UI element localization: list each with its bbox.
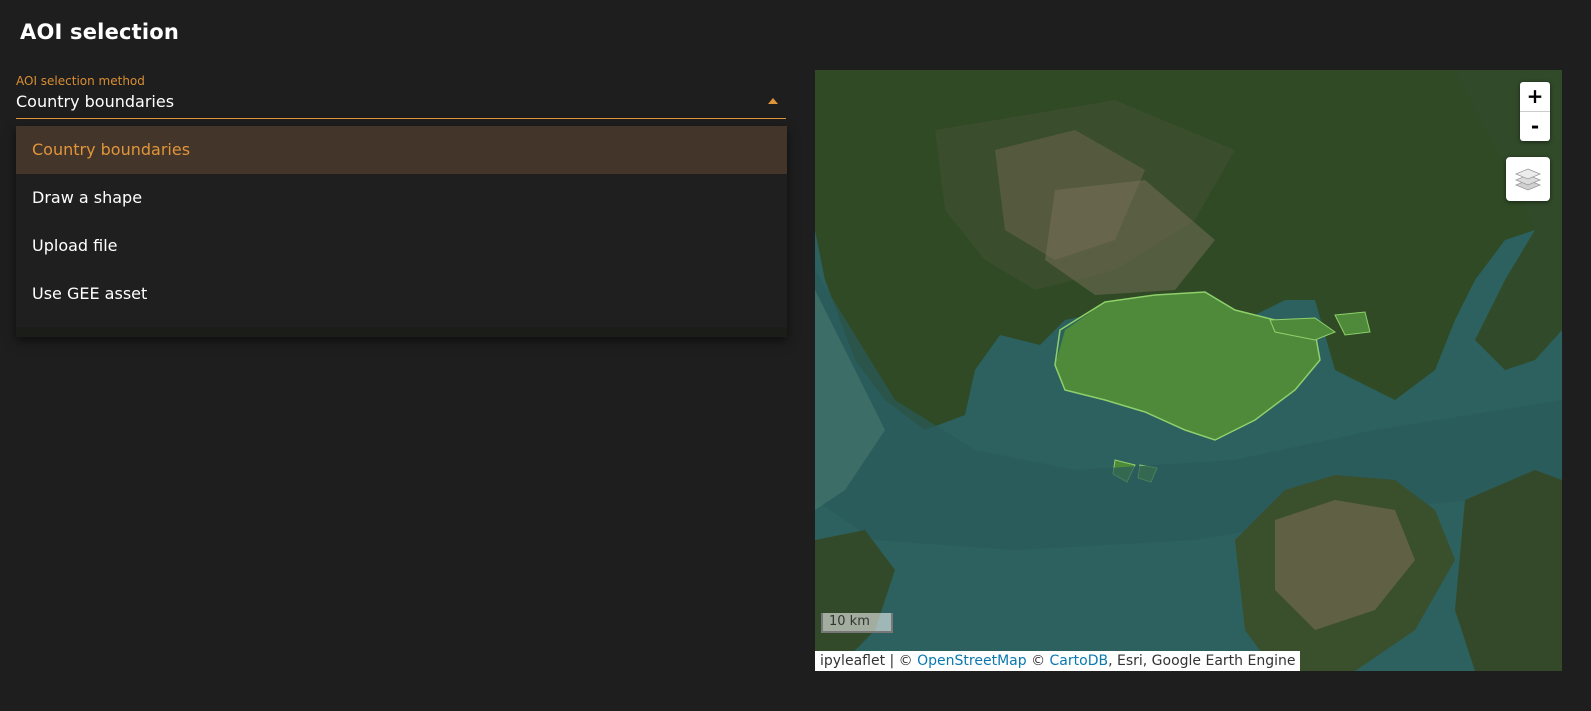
- map-attribution: ipyleaflet | © OpenStreetMap © CartoDB, …: [815, 651, 1301, 671]
- attribution-suffix: , Esri, Google Earth Engine: [1108, 653, 1296, 669]
- menu-footer: [16, 327, 787, 337]
- aoi-method-value: Country boundaries: [16, 92, 175, 111]
- layers-button[interactable]: [1506, 157, 1550, 201]
- layers-icon: [1514, 168, 1542, 191]
- attribution-prefix: ipyleaflet | ©: [820, 653, 918, 669]
- menu-item-use-gee-asset[interactable]: Use GEE asset: [16, 270, 787, 318]
- menu-item-draw-a-shape[interactable]: Draw a shape: [16, 174, 787, 222]
- zoom-in-button[interactable]: +: [1520, 82, 1550, 111]
- zoom-control: + -: [1520, 82, 1550, 141]
- menu-item-country-boundaries[interactable]: Country boundaries: [16, 126, 787, 174]
- cartodb-link[interactable]: CartoDB: [1050, 653, 1109, 669]
- aoi-method-select[interactable]: AOI selection method Country boundaries: [16, 72, 786, 119]
- attribution-mid: ©: [1026, 653, 1050, 669]
- menu-item-upload-file[interactable]: Upload file: [16, 222, 787, 270]
- openstreetmap-link[interactable]: OpenStreetMap: [917, 653, 1026, 669]
- zoom-out-button[interactable]: -: [1520, 111, 1550, 141]
- map[interactable]: + - 10 km ipyleaflet | © OpenStreetMap ©…: [815, 70, 1562, 671]
- aoi-method-label: AOI selection method: [16, 74, 145, 88]
- scale-bar: 10 km: [821, 613, 893, 633]
- satellite-imagery: [815, 70, 1562, 671]
- caret-up-icon[interactable]: [768, 98, 778, 104]
- page-title: AOI selection: [20, 20, 180, 44]
- aoi-method-menu: Country boundaries Draw a shape Upload f…: [16, 126, 787, 337]
